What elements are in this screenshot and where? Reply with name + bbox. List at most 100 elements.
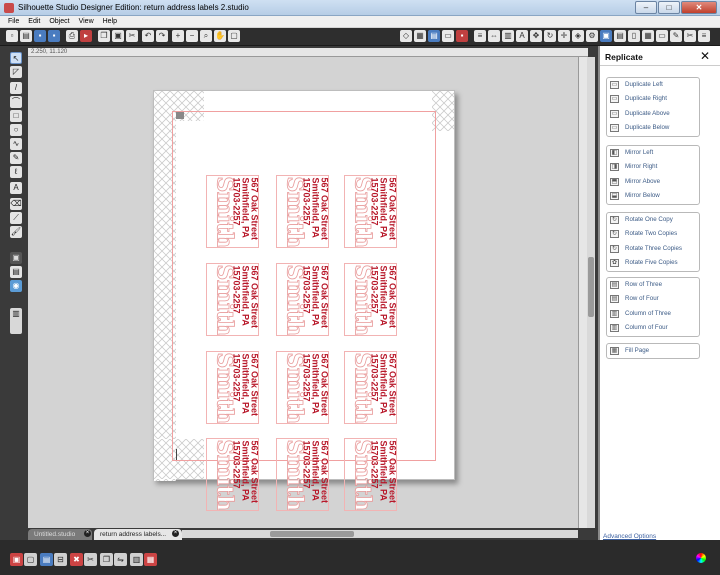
edit-points-icon[interactable]: ◸ xyxy=(10,66,22,78)
replicate-option[interactable]: ⬒ Mirror Above xyxy=(607,175,699,189)
distribute-icon[interactable]: ⇔ xyxy=(488,30,500,42)
replicate-option[interactable]: ▭ Duplicate Below xyxy=(607,121,699,135)
close-icon[interactable]: ✕ xyxy=(681,1,717,14)
address-label[interactable]: Smith 567 Oak Street Smithfield, PA 15703-2… xyxy=(206,351,259,424)
copy-icon[interactable]: ❐ xyxy=(98,30,110,42)
library-icon[interactable]: ≡ xyxy=(698,30,710,42)
vertical-scrollbar[interactable] xyxy=(587,57,595,533)
weld-icon[interactable]: ▤ xyxy=(40,553,53,566)
advanced-options-link[interactable]: Advanced Options xyxy=(603,533,656,540)
knife-tool-icon[interactable]: ⟋ xyxy=(10,212,22,224)
ellipse-tool-icon[interactable]: ○ xyxy=(10,124,22,136)
freehand-tool-icon[interactable]: ✎ xyxy=(10,152,22,164)
replicate-option[interactable]: ▤ Row of Four xyxy=(607,292,699,306)
bring-to-front-icon[interactable]: ▥ xyxy=(130,553,143,566)
select-all-icon[interactable]: ▣ xyxy=(10,553,23,566)
rotate-icon[interactable]: ↻ xyxy=(544,30,556,42)
fill-color-icon[interactable]: ▦ xyxy=(642,30,654,42)
color-wheel-icon[interactable] xyxy=(696,553,706,563)
save-as-icon[interactable]: ▪ xyxy=(48,30,60,42)
replicate-option[interactable]: ▦ Fill Page xyxy=(607,344,699,358)
rectangle-tool-icon[interactable]: □ xyxy=(10,110,22,122)
address-label[interactable]: Smith 567 Oak Street Smithfield, PA 15703-2… xyxy=(206,263,259,336)
replicate-option[interactable]: ✿ Rotate Five Copies xyxy=(607,256,699,270)
replicate-option[interactable]: ↻ Rotate Three Copies xyxy=(607,242,699,256)
subtract-icon[interactable]: ⊟ xyxy=(54,553,67,566)
cut-settings-icon[interactable]: ✂ xyxy=(684,30,696,42)
replicate-option[interactable]: ⬓ Mirror Below xyxy=(607,189,699,203)
address-label[interactable]: Smith 567 Oak Street Smithfield, PA 15703-2… xyxy=(276,175,329,248)
save-icon[interactable]: ▪ xyxy=(34,30,46,42)
replicate-option[interactable]: ▤ Row of Three xyxy=(607,278,699,292)
send-to-silhouette-icon[interactable]: ▸ xyxy=(80,30,92,42)
address-label[interactable]: Smith 567 Oak Street Smithfield, PA 15703-2… xyxy=(276,438,329,511)
replicate-option[interactable]: ◧ Mirror Left xyxy=(607,146,699,160)
address-label[interactable]: Smith 567 Oak Street Smithfield, PA 15703-2… xyxy=(344,263,397,336)
address-label[interactable]: Smith 567 Oak Street Smithfield, PA 15703-2… xyxy=(344,175,397,248)
address-label[interactable]: Smith 567 Oak Street Smithfield, PA 15703-2… xyxy=(206,175,259,248)
tab-untitled-close-icon[interactable]: × xyxy=(84,530,91,537)
zoom-select-icon[interactable]: ⌕ xyxy=(200,30,212,42)
offset-icon[interactable]: ▤ xyxy=(614,30,626,42)
curve-tool-icon[interactable]: ∿ xyxy=(10,138,22,150)
eraser-tool-icon[interactable]: ⌫ xyxy=(10,198,22,210)
redo-icon[interactable]: ↷ xyxy=(156,30,168,42)
line-tool-icon[interactable]: / xyxy=(10,82,22,94)
compound-path-icon[interactable]: ▭ xyxy=(442,30,454,42)
zoom-out-icon[interactable]: − xyxy=(186,30,198,42)
menu-view[interactable]: View xyxy=(79,16,94,27)
fit-to-page-icon[interactable]: ▢ xyxy=(228,30,240,42)
ungroup-icon[interactable]: ▦ xyxy=(414,30,426,42)
delete-icon[interactable]: ✖ xyxy=(70,553,83,566)
select-tool-icon[interactable]: ↖ xyxy=(10,52,22,64)
text-style-icon[interactable]: A xyxy=(516,30,528,42)
address-label[interactable]: Smith 567 Oak Street Smithfield, PA 15703-2… xyxy=(276,351,329,424)
menu-file[interactable]: File xyxy=(8,16,19,27)
replicate-option[interactable]: ↻ Rotate Two Copies xyxy=(607,227,699,241)
align-icon[interactable]: ≡ xyxy=(474,30,486,42)
release-compound-icon[interactable]: ▪ xyxy=(456,30,468,42)
page-setup-icon[interactable]: ▯ xyxy=(628,30,640,42)
polygon-tool-icon[interactable]: ⌒ xyxy=(10,96,22,108)
zoom-in-icon[interactable]: + xyxy=(172,30,184,42)
horizontal-scroll-thumb[interactable] xyxy=(270,531,354,537)
replicate-icon[interactable]: ▣ xyxy=(600,30,612,42)
open-icon[interactable]: ▤ xyxy=(20,30,32,42)
design-page[interactable]: Smith 567 Oak Street Smithfield, PA 15703-2… xyxy=(153,90,455,511)
thumbnail-panel-icon[interactable]: ▥ xyxy=(10,308,22,334)
address-label[interactable]: Smith 567 Oak Street Smithfield, PA 15703-2… xyxy=(344,351,397,424)
replicate-option[interactable]: ▭ Duplicate Above xyxy=(607,107,699,121)
replicate-option[interactable]: ◨ Mirror Right xyxy=(607,160,699,174)
mirror-icon[interactable]: ⇋ xyxy=(114,553,127,566)
address-label[interactable]: Smith 567 Oak Street Smithfield, PA 15703-2… xyxy=(344,438,397,511)
design-workspace[interactable]: Smith 567 Oak Street Smithfield, PA 15703-2… xyxy=(28,57,578,533)
vertical-scroll-thumb[interactable] xyxy=(588,257,594,317)
scale-icon[interactable]: ✥ xyxy=(530,30,542,42)
design-page-icon[interactable]: ▣ xyxy=(10,252,22,264)
print-icon[interactable]: ⎙ xyxy=(66,30,78,42)
menu-help[interactable]: Help xyxy=(103,16,117,27)
address-label[interactable]: Smith 567 Oak Street Smithfield, PA 15703-2… xyxy=(276,263,329,336)
paste-icon[interactable]: ▣ xyxy=(112,30,124,42)
replicate-option[interactable]: ▭ Duplicate Right xyxy=(607,92,699,106)
group-icon[interactable]: ◇ xyxy=(400,30,412,42)
tab-untitled[interactable]: Untitled.studio xyxy=(28,529,92,540)
horizontal-scrollbar[interactable] xyxy=(182,530,578,538)
new-document-icon[interactable]: ▫ xyxy=(6,30,18,42)
menu-edit[interactable]: Edit xyxy=(28,16,40,27)
online-store-icon[interactable]: ◉ xyxy=(10,280,22,292)
replicate-option[interactable]: ▭ Duplicate Left xyxy=(607,78,699,92)
cut-icon[interactable]: ✂ xyxy=(126,30,138,42)
library-panel-icon[interactable]: ▤ xyxy=(10,266,22,278)
replicate-option[interactable]: ▥ Column of Four xyxy=(607,321,699,335)
line-color-icon[interactable]: ▭ xyxy=(656,30,668,42)
modify-icon[interactable]: ⚙ xyxy=(586,30,598,42)
trace-icon[interactable]: ◈ xyxy=(572,30,584,42)
duplicate-icon[interactable]: ❐ xyxy=(100,553,113,566)
tab-return-address-close-icon[interactable]: × xyxy=(172,530,179,537)
paint-brush-icon[interactable]: 🖌 xyxy=(10,226,22,238)
smooth-freehand-icon[interactable]: ℓ xyxy=(10,166,22,178)
replicate-option[interactable]: ▥ Column of Three xyxy=(607,307,699,321)
panel-close-icon[interactable]: ✕ xyxy=(700,49,710,63)
undo-icon[interactable]: ↶ xyxy=(142,30,154,42)
